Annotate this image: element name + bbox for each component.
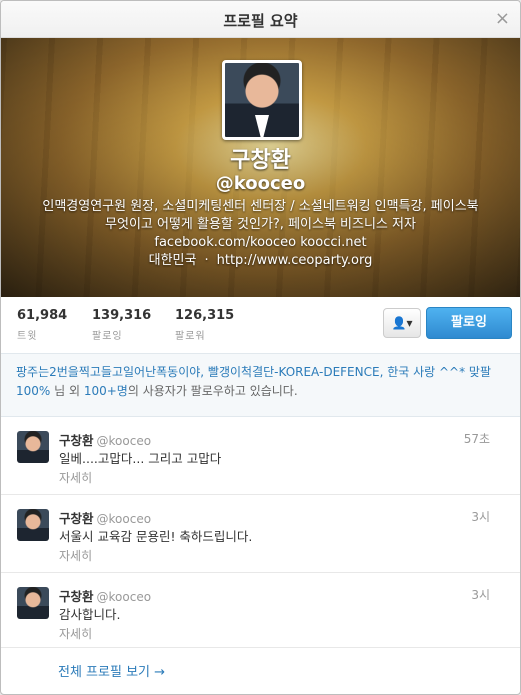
profile-bio-links[interactable]: facebook.com/kooceo koocci.net [154, 235, 366, 250]
tweet-timestamp[interactable]: 3시 [471, 586, 490, 603]
tweet-author: 구창환 @kooceo [59, 430, 151, 449]
stat-followers[interactable]: 126,315 팔로워 [175, 308, 234, 342]
tweet-item[interactable]: 구창환 @kooceo 3시 감사합니다. 자세히 [1, 573, 520, 650]
tweet-author-name[interactable]: 구창환 [59, 511, 94, 526]
tweet-expand-link[interactable]: 자세히 [59, 625, 92, 642]
tweet-text: 서울시 교육감 문용린! 축하드립니다. [59, 529, 253, 544]
profile-handle: @kooceo [215, 173, 306, 194]
tweet-author-handle: @kooceo [96, 434, 152, 448]
profile-avatar[interactable] [222, 60, 302, 140]
followed-by-suffix: 의 사용자가 팔로우하고 있습니다. [127, 384, 298, 398]
stat-tweets-label: 트윗 [17, 331, 38, 342]
profile-location: 대한민국 [148, 253, 197, 268]
tweet-avatar[interactable] [17, 587, 49, 619]
tweet-avatar[interactable] [17, 509, 49, 541]
profile-header: 구창환 @kooceo 인맥경영연구원 원장, 소셜미케팅센터 센터장 / 소셜… [1, 38, 520, 297]
profile-name: 구창환 [230, 148, 291, 173]
full-profile-link[interactable]: 전체 프로필 보기 → [58, 661, 165, 680]
profile-summary-dialog: 프로필 요약 × 구창환 @kooceo 인맥경영연구원 원장, 소셜미케팅센터… [0, 0, 521, 695]
followed-by-count[interactable]: 100+명 [84, 384, 128, 398]
tweet-item[interactable]: 구창환 @kooceo 3시 서울시 교육감 문용린! 축하드립니다. 자세히 [1, 495, 520, 573]
stat-tweets[interactable]: 61,984 트윗 [17, 308, 67, 342]
profile-url[interactable]: http://www.ceoparty.org [217, 253, 373, 268]
footer-divider [1, 647, 520, 648]
stat-followers-label: 팔로워 [175, 331, 206, 342]
stat-tweets-count: 61,984 [17, 308, 68, 323]
tweet-text: 감사합니다. [59, 607, 121, 622]
tweet-expand-link[interactable]: 자세히 [59, 469, 92, 486]
tweet-text: 일베....고맙다... 그리고 고맙다 [59, 451, 222, 466]
profile-stats: 61,984 트윗 139,316 팔로잉 126,315 팔로워 👤▾ 팔로잉 [1, 297, 520, 354]
tweet-avatar[interactable] [17, 431, 49, 463]
stat-following-label: 팔로잉 [92, 331, 123, 342]
tweet-author-handle: @kooceo [96, 512, 152, 526]
profile-bio: 인맥경영연구원 원장, 소셜미케팅센터 센터장 / 소셜네트워킹 인맥특강, 페… [1, 198, 520, 270]
followed-by-middle: 님 외 [50, 384, 84, 398]
tweet-timestamp[interactable]: 3시 [471, 508, 490, 525]
location-separator: · [204, 253, 209, 268]
tweet-author: 구창환 @kooceo [59, 586, 151, 605]
stat-following-count: 139,316 [92, 308, 152, 323]
stat-followers-count: 126,315 [175, 308, 235, 323]
followed-by-notice: 팡주는2번을찍고들고일어난폭동이야, 빨갱이척결단-KOREA-DEFENCE,… [1, 354, 520, 417]
following-button[interactable]: 팔로잉 [426, 307, 512, 339]
user-actions-button[interactable]: 👤▾ [383, 308, 421, 338]
tweet-author-handle: @kooceo [96, 590, 152, 604]
dialog-titlebar: 프로필 요약 × [1, 1, 520, 38]
tweet-item[interactable]: 구창환 @kooceo 57초 일베....고맙다... 그리고 고맙다 자세히 [1, 417, 520, 495]
stat-following[interactable]: 139,316 팔로잉 [92, 308, 151, 342]
profile-bio-text: 인맥경영연구원 원장, 소셜미케팅센터 센터장 / 소셜네트워킹 인맥특강, 페… [42, 199, 479, 232]
close-icon[interactable]: × [495, 8, 510, 29]
tweet-author: 구창환 @kooceo [59, 508, 151, 527]
tweet-expand-link[interactable]: 자세히 [59, 547, 92, 564]
dialog-title: 프로필 요약 [223, 12, 298, 30]
tweet-author-name[interactable]: 구창환 [59, 433, 94, 448]
tweet-author-name[interactable]: 구창환 [59, 589, 94, 604]
tweet-timestamp[interactable]: 57초 [464, 430, 490, 447]
